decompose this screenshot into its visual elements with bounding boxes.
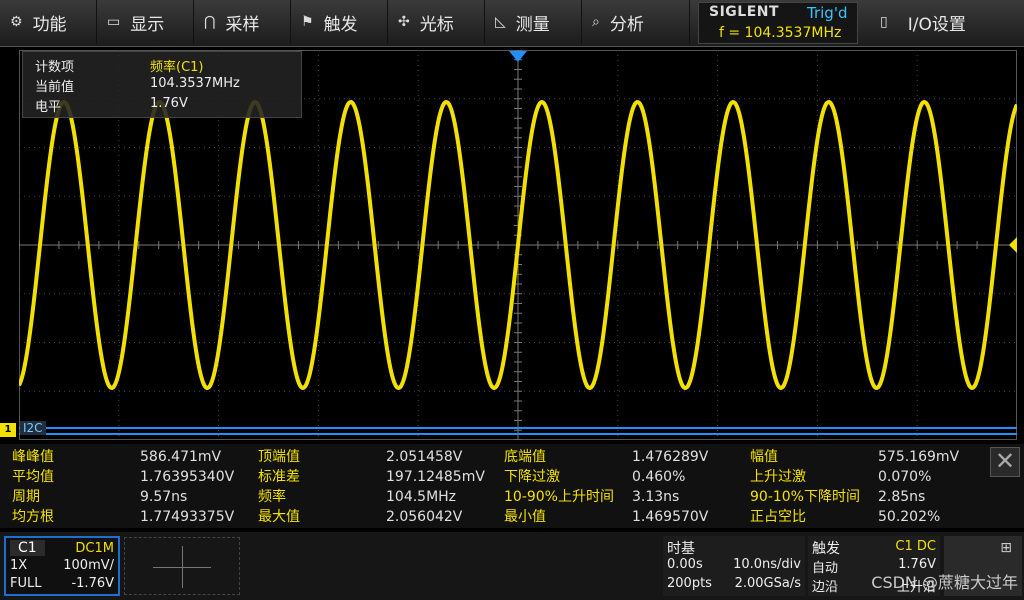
monitor-icon: ▭: [107, 14, 121, 30]
bus-label: I2C: [20, 421, 46, 435]
trigger-position-marker[interactable]: [509, 51, 527, 62]
meas-value: 1.476289V: [632, 449, 709, 465]
meas-value: 104.5MHz: [386, 489, 457, 505]
meas-value: 2.85ns: [878, 489, 926, 505]
meas-label: 幅值: [750, 449, 778, 465]
trigger-title: 触发: [812, 541, 840, 557]
meas-value: 2.051458V: [386, 449, 463, 465]
bus-trace-top: [19, 427, 1017, 429]
timebase-points: 200pts: [667, 576, 712, 591]
menu-analysis-button[interactable]: ⌕ 分析: [582, 0, 690, 44]
trigger-mode: 自动: [812, 561, 839, 576]
menu-function-button[interactable]: ⚙ 功能: [0, 0, 97, 44]
status-panel: SIGLENT Trig'd f = 104.3537MHz: [698, 2, 858, 44]
close-measure-button[interactable]: ✕: [990, 447, 1020, 477]
menu-bar: ⚙ 功能 ▭ 显示 ⋂ 采样 ⚑ 触发 ✣ 光标 ◺ 测量 ⌕ 分析 SIGLE…: [0, 0, 1024, 47]
menu-display-button[interactable]: ▭ 显示: [97, 0, 194, 44]
meas-label: 平均值: [12, 469, 54, 485]
timebase-title: 时基: [667, 541, 695, 557]
close-icon: ✕: [994, 447, 1016, 475]
channel-offset-marker[interactable]: 1: [0, 423, 16, 437]
meas-value: 50.202%: [878, 509, 941, 525]
counter-current-label: 当前值: [35, 80, 75, 95]
acquire-icon: ⋂: [204, 14, 216, 30]
watermark: CSDN @蔗糖大过年: [871, 573, 1018, 592]
channel-scale: 100mV/: [63, 558, 114, 573]
plus-icon-vertical: [182, 546, 183, 588]
brand-logo: SIGLENT: [709, 4, 780, 20]
network-icon: ⊞: [1000, 540, 1012, 556]
timebase-panel[interactable]: 时基 0.00s 10.0ns/div 200pts 2.00GSa/s: [663, 536, 805, 596]
add-channel-button[interactable]: [124, 537, 240, 595]
meas-label: 上升过激: [750, 469, 806, 485]
bus-trace-bottom: [19, 433, 1017, 435]
io-icon: ▯: [880, 14, 888, 30]
counter-level-value: 1.76V: [150, 96, 188, 111]
channel-offset: -1.76V: [71, 576, 114, 591]
meas-label: 最大值: [258, 509, 300, 525]
counter-level-label: 电平: [35, 100, 62, 115]
meas-value: 1.76395340V: [140, 469, 235, 485]
menu-cursor-button[interactable]: ✣ 光标: [388, 0, 485, 44]
meas-label: 标准差: [258, 469, 300, 485]
counter-item-label: 计数项: [35, 60, 75, 75]
meas-label: 频率: [258, 489, 286, 505]
timebase-sample-rate: 2.00GSa/s: [734, 576, 801, 591]
counter-item-value: 频率(C1): [150, 60, 204, 75]
measurement-table: 峰峰值 586.471mV 顶端值 2.051458V 底端值 1.476289…: [0, 444, 1024, 528]
meas-label: 最小值: [504, 509, 546, 525]
menu-cursor-label: 光标: [419, 14, 454, 35]
menu-trigger-button[interactable]: ⚑ 触发: [291, 0, 388, 44]
meas-label: 10-90%上升时间: [504, 489, 614, 505]
trigger-status: Trig'd: [807, 4, 848, 22]
timebase-delay: 0.00s: [667, 557, 703, 572]
meas-label: 周期: [12, 489, 40, 505]
menu-measure-button[interactable]: ◺ 测量: [485, 0, 582, 44]
meas-value: 1.77493375V: [140, 509, 235, 525]
frequency-readout: f = 104.3537MHz: [719, 25, 842, 41]
flag-icon: ⚑: [301, 14, 314, 30]
meas-label: 下降过激: [504, 469, 560, 485]
menu-trigger-label: 触发: [323, 14, 358, 35]
channel1-panel[interactable]: C1 DC1M 1X 100mV/ FULL -1.76V: [4, 536, 120, 596]
trigger-source: C1 DC: [895, 539, 936, 554]
meas-value: 0.460%: [632, 469, 686, 485]
counter-current-value: 104.3537MHz: [150, 76, 240, 91]
meas-value: 1.469570V: [632, 509, 709, 525]
menu-io-label: I/O设置: [907, 14, 966, 35]
meas-label: 90-10%下降时间: [750, 489, 860, 505]
channel-bandwidth: FULL: [10, 576, 42, 591]
channel-coupling: DC1M: [75, 541, 114, 556]
meas-label: 正占空比: [750, 509, 806, 525]
menu-io-button[interactable]: ▯ I/O设置: [870, 0, 1024, 44]
crosshair-icon: ✣: [398, 14, 410, 30]
trigger-level-marker[interactable]: [1009, 237, 1017, 253]
menu-display-label: 显示: [130, 14, 165, 35]
timebase-scale: 10.0ns/div: [733, 557, 801, 572]
meas-label: 均方根: [12, 509, 54, 525]
meas-label: 底端值: [504, 449, 546, 465]
meas-value: 3.13ns: [632, 489, 680, 505]
meas-value: 197.12485mV: [386, 469, 485, 485]
trigger-type: 边沿: [812, 580, 839, 595]
channel-name: C1: [10, 540, 45, 556]
menu-measure-label: 测量: [515, 14, 550, 35]
menu-acquire-label: 采样: [225, 14, 260, 35]
meas-label: 顶端值: [258, 449, 300, 465]
gear-icon: ⚙: [10, 14, 23, 30]
channel-probe: 1X: [10, 558, 28, 573]
menu-function-label: 功能: [32, 14, 67, 35]
meas-value: 586.471mV: [140, 449, 222, 465]
meas-value: 9.57ns: [140, 489, 188, 505]
meas-label: 峰峰值: [12, 449, 54, 465]
measure-icon: ◺: [495, 14, 506, 30]
menu-acquire-button[interactable]: ⋂ 采样: [194, 0, 291, 44]
meas-value: 2.056042V: [386, 509, 463, 525]
meas-value: 575.169mV: [878, 449, 960, 465]
analysis-icon: ⌕: [592, 14, 600, 30]
menu-analysis-label: 分析: [609, 14, 644, 35]
meas-value: 0.070%: [878, 469, 932, 485]
counter-panel: 计数项 频率(C1) 当前值 104.3537MHz 电平 1.76V: [22, 51, 302, 118]
